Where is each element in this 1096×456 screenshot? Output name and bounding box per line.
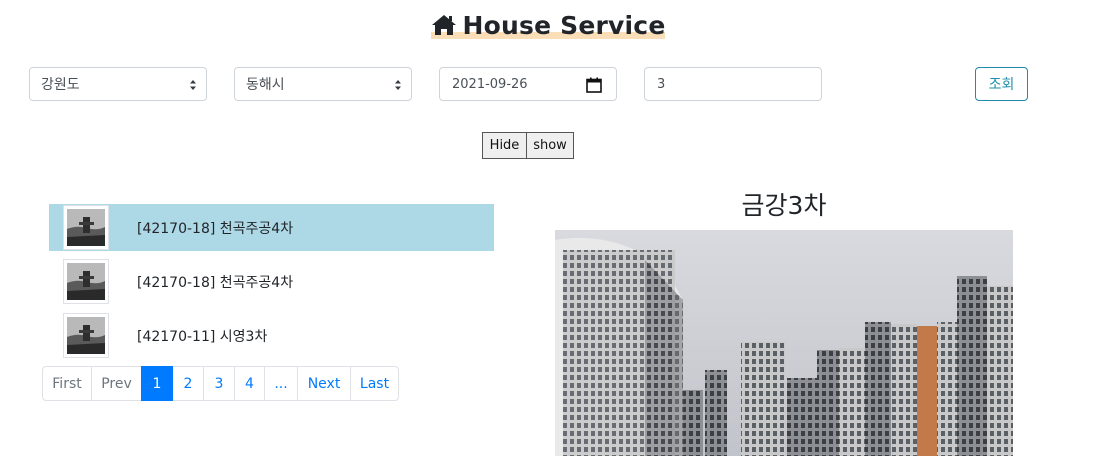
list-item-label: [42170-18] 천곡주공4차	[137, 275, 294, 291]
pagination-first[interactable]: First	[42, 366, 92, 401]
list-item-label: [42170-11] 시영3차	[137, 329, 268, 345]
select-arrows-icon	[395, 80, 401, 90]
house-thumbnail	[63, 205, 109, 250]
house-thumbnail	[63, 259, 109, 304]
show-button[interactable]: show	[526, 132, 574, 159]
building-thumbnail-image	[67, 263, 105, 300]
pagination-last[interactable]: Last	[350, 366, 399, 401]
pagination-prev[interactable]: Prev	[91, 366, 142, 401]
apartment-photo	[555, 230, 1013, 456]
pagination-page-1[interactable]: 1	[141, 366, 173, 401]
building-thumbnail-image	[67, 209, 105, 246]
list-item[interactable]: [42170-18] 천곡주공4차	[49, 258, 494, 305]
list-item[interactable]: [42170-18] 천곡주공4차	[49, 204, 494, 251]
date-field[interactable]: 2021-09-26	[439, 67, 617, 101]
pagination-next[interactable]: Next	[297, 366, 351, 401]
detail-title: 금강3차	[741, 191, 827, 220]
pagination-page-2[interactable]: 2	[172, 366, 204, 401]
hide-button[interactable]: Hide	[482, 132, 527, 159]
list-item-label: [42170-18] 천곡주공4차	[137, 221, 294, 237]
page-header: House Service	[0, 8, 1096, 42]
list-item[interactable]: [42170-11] 시영3차	[49, 312, 494, 359]
building-thumbnail-image	[67, 317, 105, 354]
page-title-text: House Service	[462, 10, 666, 40]
calendar-icon[interactable]	[586, 77, 602, 93]
pagination-page-3[interactable]: 3	[203, 366, 235, 401]
date-field-value: 2021-09-26	[452, 76, 528, 92]
house-list: [42170-18] 천곡주공4차 [42170-18] 천곡주공4차 [421…	[49, 204, 494, 366]
pagination-page-4[interactable]: 4	[234, 366, 265, 401]
count-field[interactable]: 3	[644, 67, 822, 101]
home-icon	[431, 15, 456, 35]
page-title: House Service	[430, 8, 666, 42]
house-thumbnail	[63, 313, 109, 358]
search-button[interactable]: 조회	[975, 67, 1028, 101]
gugun-select[interactable]: 동해시	[234, 67, 412, 101]
pagination-ellipsis[interactable]: ...	[264, 366, 298, 401]
count-field-value: 3	[657, 76, 666, 92]
sido-select-value: 강원도	[41, 77, 80, 93]
pagination: First Prev 1 2 3 4 ... Next Last	[42, 366, 399, 401]
select-arrows-icon	[190, 80, 196, 90]
apartment-photo-image	[555, 230, 1013, 456]
gugun-select-value: 동해시	[246, 77, 285, 93]
sido-select[interactable]: 강원도	[29, 67, 207, 101]
